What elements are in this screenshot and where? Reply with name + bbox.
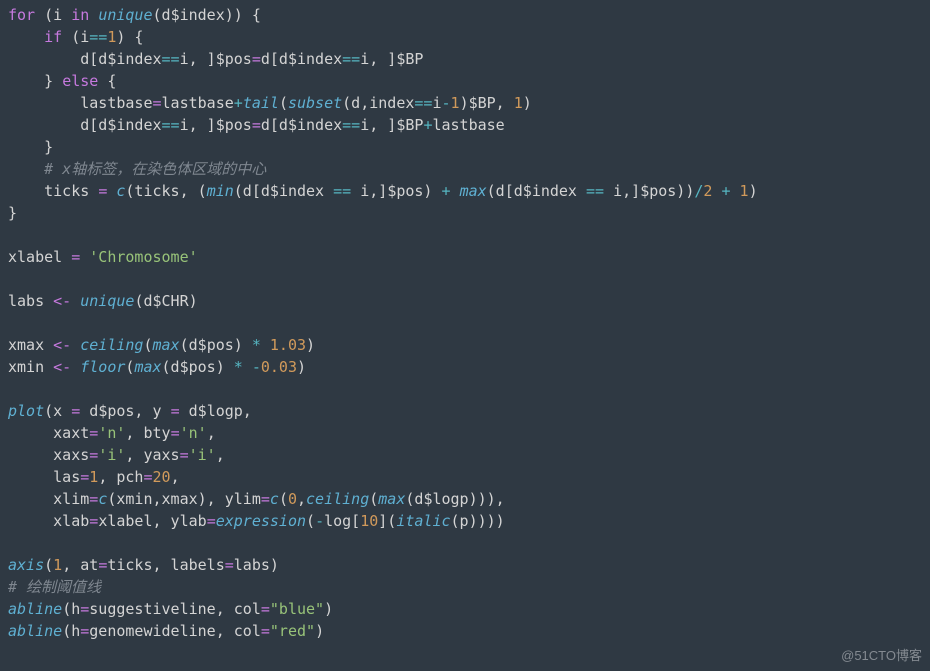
code-line: xaxs='i', yaxs='i', — [8, 446, 225, 464]
watermark-text: @51CTO博客 — [841, 645, 922, 667]
code-line: labs <- unique(d$CHR) — [8, 292, 198, 310]
code-line: abline(h=suggestiveline, col="blue") — [8, 600, 333, 618]
code-line: if (i==1) { — [8, 28, 143, 46]
code-line: d[d$index==i, ]$pos=d[d$index==i, ]$BP — [8, 50, 423, 68]
code-line: abline(h=genomewideline, col="red") — [8, 622, 324, 640]
code-block: for (i in unique(d$index)) { if (i==1) {… — [8, 4, 922, 642]
code-line: xaxt='n', bty='n', — [8, 424, 216, 442]
code-line: xlim=c(xmin,xmax), ylim=c(0,ceiling(max(… — [8, 490, 505, 508]
code-line: } — [8, 138, 53, 156]
code-line: d[d$index==i, ]$pos=d[d$index==i, ]$BP+l… — [8, 116, 505, 134]
code-line: } — [8, 204, 17, 222]
code-line: axis(1, at=ticks, labels=labs) — [8, 556, 279, 574]
code-line: } else { — [8, 72, 116, 90]
code-line: xlab=xlabel, ylab=expression(-log[10](it… — [8, 512, 505, 530]
code-line: lastbase=lastbase+tail(subset(d,index==i… — [8, 94, 532, 112]
code-line: # x轴标签，在染色体区域的中心 — [8, 160, 266, 178]
code-line: xlabel = 'Chromosome' — [8, 248, 198, 266]
code-line: # 绘制阈值线 — [8, 578, 101, 596]
code-line: ticks = c(ticks, (min(d[d$index == i,]$p… — [8, 182, 758, 200]
code-line: plot(x = d$pos, y = d$logp, — [8, 402, 252, 420]
code-line: xmax <- ceiling(max(d$pos) * 1.03) — [8, 336, 315, 354]
code-line: xmin <- floor(max(d$pos) * -0.03) — [8, 358, 306, 376]
code-line: las=1, pch=20, — [8, 468, 180, 486]
code-line: for (i in unique(d$index)) { — [8, 6, 261, 24]
